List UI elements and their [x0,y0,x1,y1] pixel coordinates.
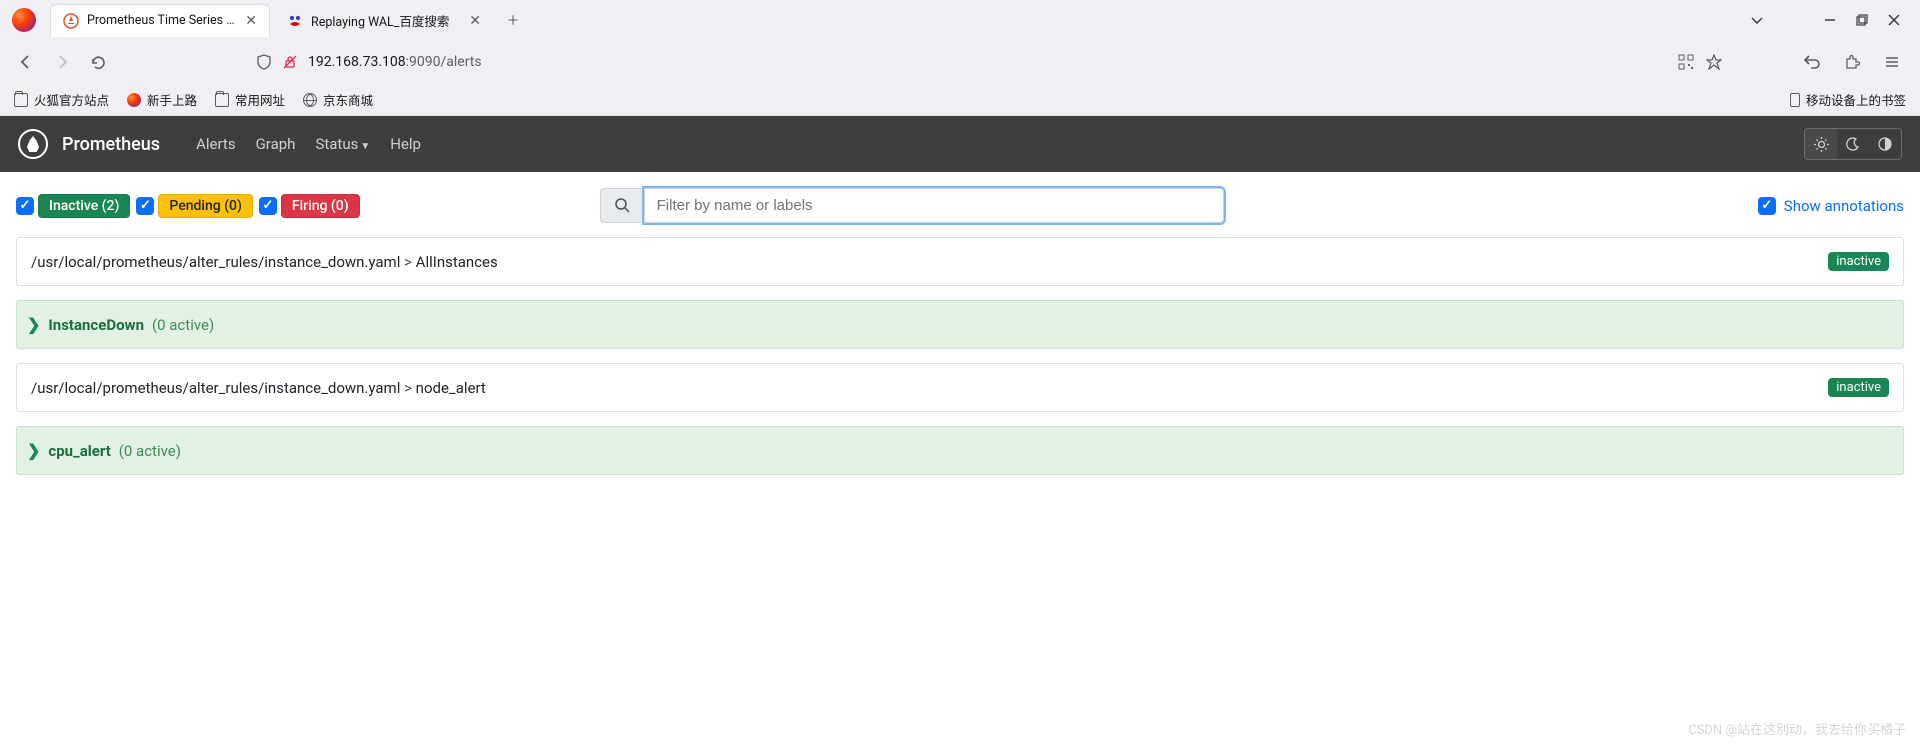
tab-bar: Prometheus Time Series Colle ✕ Replaying… [0,0,1920,40]
forward-button [46,46,78,78]
browser-tab-inactive[interactable]: Replaying WAL_百度搜索 ✕ [274,2,494,38]
bookmark-item[interactable]: 常用网址 [215,90,285,109]
mobile-icon [1790,93,1800,107]
alerts-content: Inactive (2) Pending (0) Firing (0) Show… [0,172,1920,505]
mobile-bookmarks[interactable]: 移动设备上的书签 [1790,90,1906,109]
annotations-checkbox[interactable] [1758,197,1776,215]
bookmark-item[interactable]: 新手上路 [127,90,197,109]
qr-icon[interactable] [1678,54,1694,70]
bookmark-item[interactable]: 京东商城 [303,90,373,109]
prometheus-navbar: Prometheus Alerts Graph Status▼ Help [0,116,1920,172]
annotations-label[interactable]: Show annotations [1784,197,1904,215]
tab-close-icon[interactable]: ✕ [469,13,481,29]
theme-toggle [1804,128,1902,160]
caret-down-icon: ▼ [360,141,370,152]
alert-rule-row[interactable]: ❯ cpu_alert (0 active) [16,426,1904,475]
url-bar[interactable]: 192.168.73.108:9090/alerts [248,45,1730,79]
chevron-right-icon: > [404,379,412,397]
prometheus-logo-icon [18,129,48,159]
rule-group-header[interactable]: /usr/local/prometheus/alter_rules/instan… [16,363,1904,412]
nav-status[interactable]: Status▼ [315,135,370,153]
shield-icon [256,54,272,70]
alert-name: InstanceDown [48,316,144,334]
nav-alerts[interactable]: Alerts [196,135,236,153]
status-badge: inactive [1828,378,1889,397]
rule-group: /usr/local/prometheus/alter_rules/instan… [16,363,1904,475]
filter-input[interactable] [644,188,1224,223]
firefox-logo-icon [12,8,36,32]
nav-help[interactable]: Help [390,135,421,153]
url-text: 192.168.73.108:9090/alerts [308,54,1668,70]
prometheus-favicon-icon [63,13,79,29]
alert-count: (0 active) [119,442,181,460]
globe-icon [303,93,317,107]
rule-group: /usr/local/prometheus/alter_rules/instan… [16,237,1904,349]
bookmark-star-icon[interactable] [1706,54,1722,70]
close-window-icon[interactable] [1888,14,1900,26]
pending-checkbox[interactable] [136,197,154,215]
address-bar: 192.168.73.108:9090/alerts [0,40,1920,84]
folder-icon [14,93,28,107]
rule-group-title: /usr/local/prometheus/alter_rules/instan… [31,253,1828,271]
maximize-icon[interactable] [1856,14,1868,26]
firefox-icon [127,93,141,107]
browser-chrome: Prometheus Time Series Colle ✕ Replaying… [0,0,1920,116]
app-menu-icon[interactable] [1876,46,1908,78]
undo-close-icon[interactable] [1796,46,1828,78]
new-tab-button[interactable]: + [498,6,528,35]
expand-chevron-icon: ❯ [27,441,40,460]
tab-title: Prometheus Time Series Colle [87,13,237,28]
lock-insecure-icon [282,54,298,70]
rule-group-title: /usr/local/prometheus/alter_rules/instan… [31,379,1828,397]
rule-group-header[interactable]: /usr/local/prometheus/alter_rules/instan… [16,237,1904,286]
prometheus-brand[interactable]: Prometheus [18,129,160,159]
watermark: CSDN @站在这别动，我去给你买橘子 [1688,719,1906,738]
firing-badge: Firing (0) [281,194,360,218]
show-annotations: Show annotations [1758,197,1904,215]
status-badge: inactive [1828,252,1889,271]
alert-name: cpu_alert [48,442,110,460]
theme-light-button[interactable] [1805,129,1837,159]
bookmark-item[interactable]: 火狐官方站点 [14,90,109,109]
expand-chevron-icon: ❯ [27,315,40,334]
pending-badge: Pending (0) [158,194,253,218]
firing-checkbox[interactable] [259,197,277,215]
window-controls [1750,13,1912,27]
folder-icon [215,93,229,107]
browser-tab-active[interactable]: Prometheus Time Series Colle ✕ [50,4,270,37]
theme-auto-button[interactable] [1869,129,1901,159]
baidu-favicon-icon [287,13,303,29]
search-group [600,188,1224,223]
tab-title: Replaying WAL_百度搜索 [311,11,461,30]
nav-graph[interactable]: Graph [256,135,296,153]
minimize-icon[interactable] [1824,14,1836,26]
alert-rule-row[interactable]: ❯ InstanceDown (0 active) [16,300,1904,349]
tab-close-icon[interactable]: ✕ [245,13,257,29]
tab-list-icon[interactable] [1750,13,1764,27]
reload-button[interactable] [82,46,114,78]
inactive-checkbox[interactable] [16,197,34,215]
bookmarks-bar: 火狐官方站点 新手上路 常用网址 京东商城 移动设备上的书签 [0,84,1920,116]
alert-count: (0 active) [152,316,214,334]
inactive-badge: Inactive (2) [38,194,130,218]
chevron-right-icon: > [404,253,412,271]
search-icon [600,188,644,223]
theme-dark-button[interactable] [1837,129,1869,159]
back-button[interactable] [10,46,42,78]
extensions-icon[interactable] [1836,46,1868,78]
filter-row: Inactive (2) Pending (0) Firing (0) Show… [16,188,1904,223]
